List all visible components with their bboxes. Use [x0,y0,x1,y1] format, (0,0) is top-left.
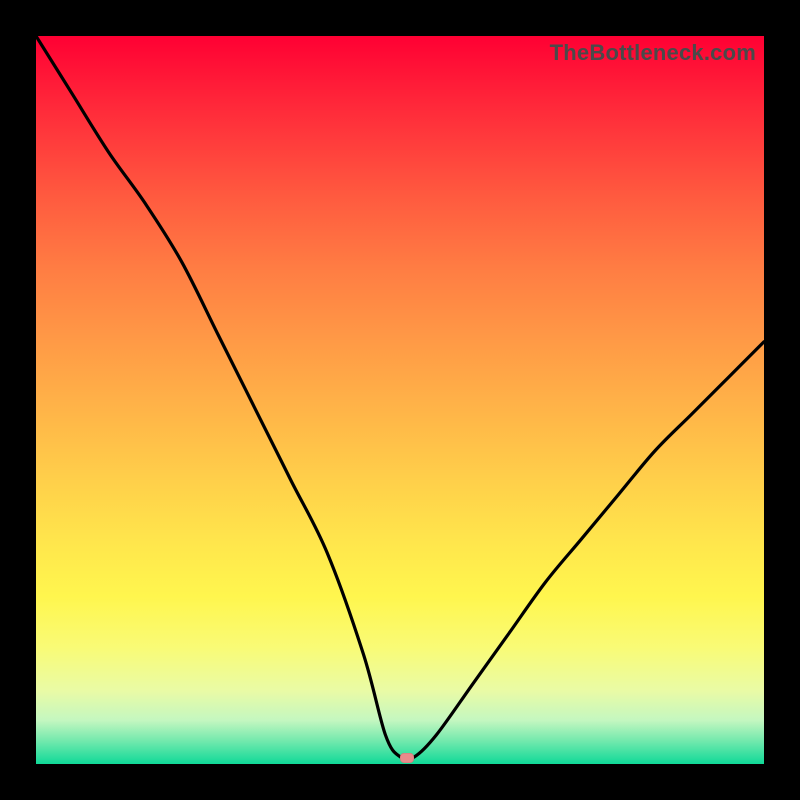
plot-area: TheBottleneck.com [36,36,764,764]
bottleneck-curve [36,36,764,764]
optimal-point-marker [400,753,414,763]
chart-frame: TheBottleneck.com [0,0,800,800]
